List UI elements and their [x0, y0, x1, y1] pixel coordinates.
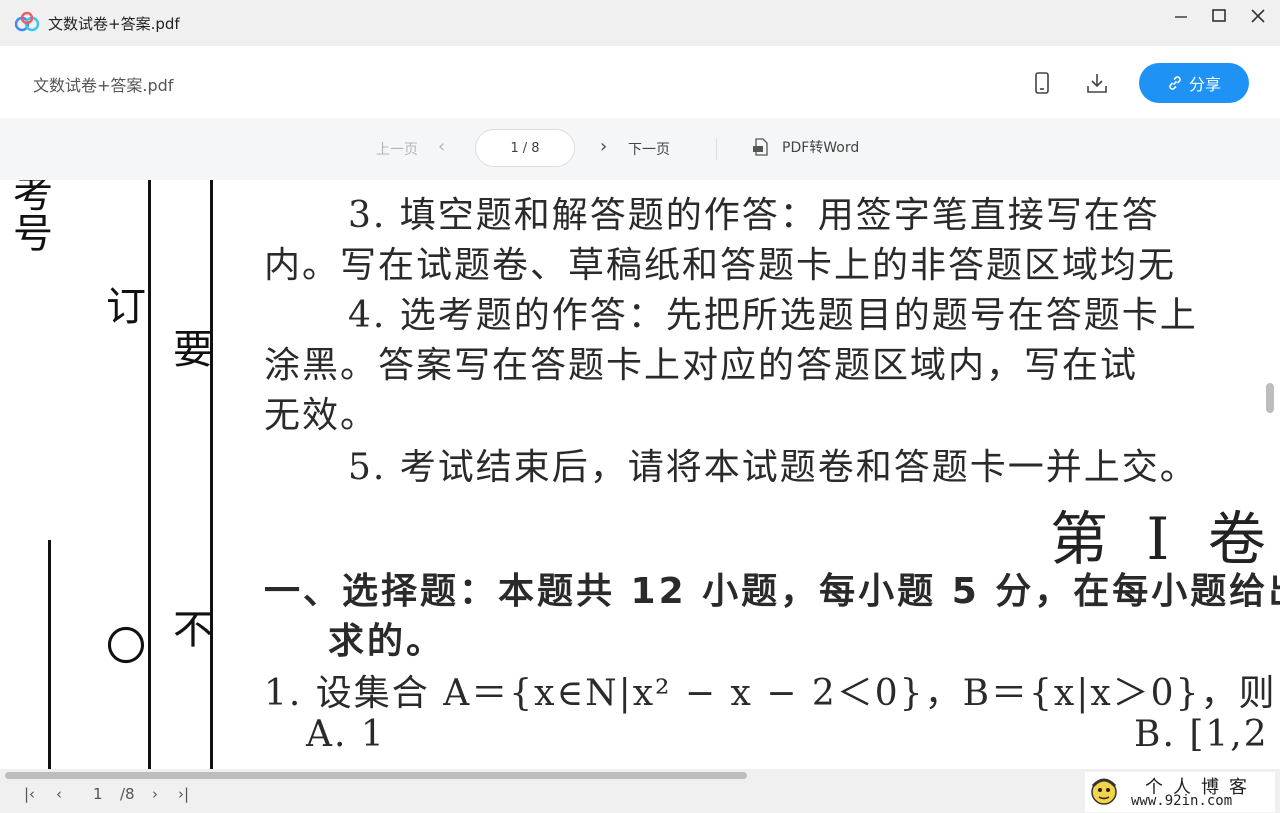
maximize-button[interactable]	[1197, 0, 1241, 32]
maximize-icon	[1212, 9, 1226, 22]
chevron-right-icon[interactable]: ›	[600, 136, 607, 157]
margin-rule	[48, 540, 51, 778]
next-page-button[interactable]: 下一页	[628, 139, 670, 159]
text-line: 无效。	[264, 395, 379, 436]
minimize-icon	[1175, 16, 1187, 18]
first-page-icon[interactable]: |‹	[24, 785, 35, 803]
text-line: 内。写在试题卷、草稿纸和答题卡上的非答题区域均无	[264, 245, 1177, 286]
mascot-icon	[1091, 778, 1117, 805]
text-line: 5. 考试结束后，请将本试题卷和答题卡一并上交。	[348, 447, 1198, 488]
section-heading: 一、选择题：本题共 12 小题，每小题 5 分，在每小题给出	[264, 571, 1280, 612]
horizontal-scrollbar-thumb[interactable]	[5, 772, 747, 779]
section-heading-cont: 求的。	[328, 621, 446, 662]
margin-text-binding: 订	[99, 285, 145, 325]
document-convert-icon	[753, 138, 768, 156]
pdf-page-view[interactable]: 考号 订 要 〇 不 3. 填空题和解答题的作答：用签字笔直接写在答 内。写在试…	[0, 180, 1280, 778]
bottom-current-page[interactable]: 1	[93, 785, 103, 803]
option-b: B. [1,2	[1134, 714, 1269, 755]
watermark-url: www.92in.com	[1131, 793, 1233, 809]
toolbar-divider	[716, 138, 717, 160]
prev-page-button[interactable]: 上一页	[376, 139, 418, 159]
margin-text-not: 不	[166, 608, 212, 648]
share-button[interactable]: 分享	[1139, 63, 1249, 103]
text-line: 4. 选考题的作答：先把所选题目的题号在答题卡上	[348, 295, 1198, 336]
page-number-input[interactable]: 1 / 8	[475, 129, 575, 167]
title-bar: 文数试卷+答案.pdf	[0, 0, 1280, 46]
download-icon[interactable]	[1086, 72, 1108, 94]
close-icon	[1251, 9, 1265, 23]
window-title: 文数试卷+答案.pdf	[48, 15, 180, 33]
last-page-icon[interactable]: ›|	[178, 785, 189, 803]
margin-rule	[210, 180, 213, 778]
phone-icon[interactable]	[1031, 72, 1053, 94]
text-line: 涂黑。答案写在答题卡上对应的答题区域内，写在试	[264, 345, 1139, 386]
question-1: 1. 设集合 A＝{x∈N|x² − x − 2＜0}，B＝{x|x＞0}，则	[264, 673, 1277, 714]
margin-text-circle: 〇	[99, 625, 145, 665]
document-title: 文数试卷+答案.pdf	[33, 76, 174, 95]
document-header: 文数试卷+答案.pdf 分享	[0, 46, 1280, 118]
margin-text-exam-number: 考号	[6, 180, 52, 252]
text-line: 3. 填空题和解答题的作答：用签字笔直接写在答	[348, 195, 1160, 236]
link-icon	[1169, 76, 1181, 90]
share-label: 分享	[1188, 75, 1221, 94]
vertical-scrollbar-thumb[interactable]	[1266, 383, 1274, 413]
bottom-total-pages: /8	[120, 785, 135, 803]
close-button[interactable]	[1236, 0, 1280, 32]
chevron-left-icon[interactable]: ‹	[438, 136, 445, 157]
watermark: 个人博客 www.92in.com	[1085, 772, 1275, 812]
margin-text-need: 要	[166, 328, 212, 368]
bottom-navigation-bar: |‹ ‹ 1 /8 › ›| 个人博客 www.92in.com	[0, 769, 1280, 813]
chevron-left-icon[interactable]: ‹	[56, 785, 62, 803]
page-toolbar: 上一页 ‹ 1 / 8 › 下一页 PDF转Word	[0, 118, 1280, 180]
chevron-right-icon[interactable]: ›	[152, 785, 158, 803]
app-logo-icon	[14, 11, 40, 32]
pdf-to-word-button[interactable]: PDF转Word	[752, 137, 859, 157]
total-pages: / 8	[522, 140, 540, 156]
pdf-to-word-label: PDF转Word	[782, 140, 860, 156]
margin-rule	[148, 180, 151, 778]
option-a: A. 1	[306, 714, 386, 755]
current-page: 1	[510, 140, 519, 156]
